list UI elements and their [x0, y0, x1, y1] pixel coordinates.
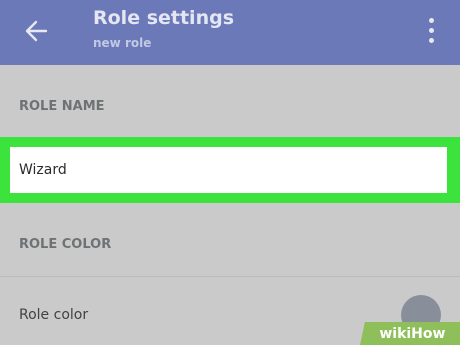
role-name-input[interactable]: Wizard — [10, 147, 447, 193]
app-bar: Role settings new role — [0, 0, 460, 65]
page-title: Role settings — [93, 7, 235, 29]
page-subtitle: new role — [93, 36, 152, 50]
more-options-button[interactable] — [424, 15, 440, 47]
watermark-text: wikiHow — [379, 325, 446, 342]
role-color-header: ROLE COLOR — [19, 237, 112, 252]
role-name-highlight: Wizard — [0, 137, 460, 203]
watermark-logo: wikiHow — [360, 322, 460, 345]
role-name-header: ROLE NAME — [19, 99, 105, 114]
role-color-label: Role color — [19, 307, 89, 323]
back-button[interactable] — [22, 17, 52, 45]
arrow-left-icon — [25, 20, 48, 42]
